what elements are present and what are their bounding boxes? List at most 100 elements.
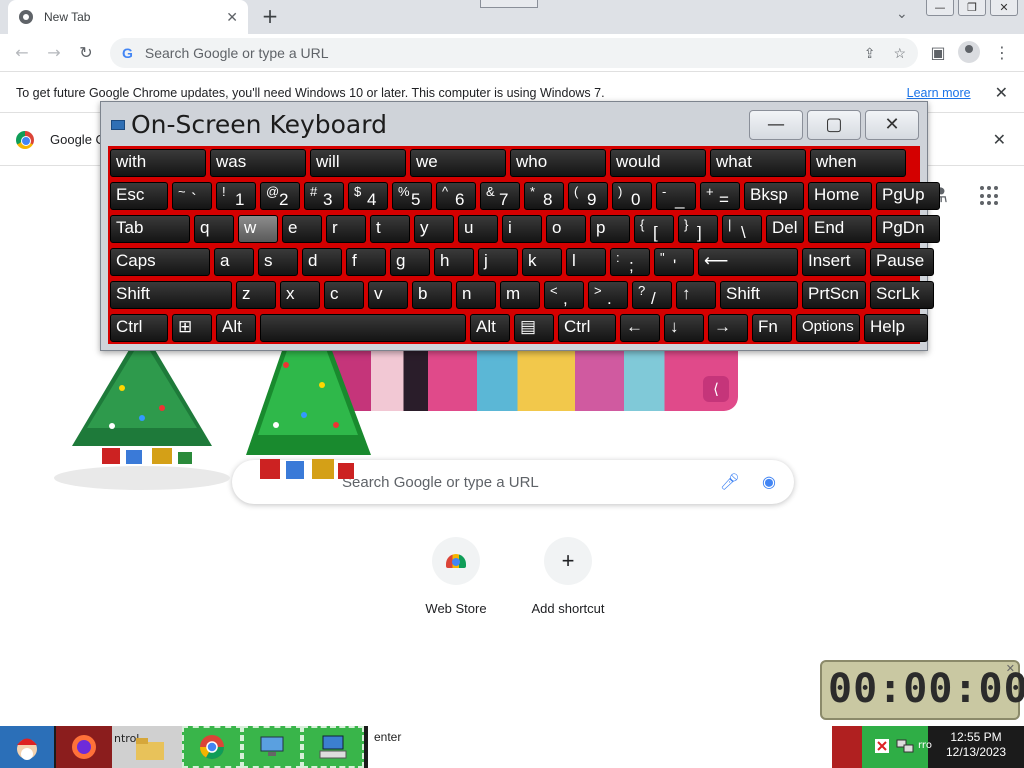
tab-new-tab[interactable]: New Tab ✕ xyxy=(8,0,248,34)
osk-key-symbol[interactable]: :; xyxy=(610,248,650,276)
system-tray[interactable]: rro xyxy=(862,726,932,768)
osk-key-bksp[interactable]: Bksp xyxy=(744,182,804,210)
osk-key-symbol[interactable]: ⊞ xyxy=(172,314,212,342)
osk-key-alt[interactable]: Alt xyxy=(470,314,510,342)
osk-key-alt[interactable]: Alt xyxy=(216,314,256,342)
osk-key-tab[interactable]: Tab xyxy=(110,215,190,243)
back-arrow-icon[interactable]: ← xyxy=(10,41,34,65)
osk-key-q[interactable]: q xyxy=(194,215,234,243)
tab-close-icon[interactable]: ✕ xyxy=(226,9,238,26)
taskbar-on-screen-keyboard[interactable] xyxy=(302,726,364,768)
window-minimize-button[interactable]: — xyxy=(926,0,954,16)
learn-more-link[interactable]: Learn more xyxy=(907,86,971,100)
shortcut-add[interactable]: + Add shortcut xyxy=(512,537,624,616)
osk-key-shift[interactable]: Shift xyxy=(110,281,232,309)
osk-key-symbol[interactable]: ~ ` xyxy=(172,182,212,210)
taskbar-firefox[interactable] xyxy=(56,726,112,768)
infobar-close-icon[interactable]: ✕ xyxy=(995,83,1008,103)
osk-key-c[interactable]: c xyxy=(324,281,364,309)
osk-key-with[interactable]: with xyxy=(110,149,206,177)
osk-key-insert[interactable]: Insert xyxy=(802,248,866,276)
osk-key-ctrl[interactable]: Ctrl xyxy=(558,314,616,342)
tab-search-chevron-icon[interactable]: ⌄ xyxy=(896,6,908,22)
osk-key-z[interactable]: z xyxy=(236,281,276,309)
osk-key-home[interactable]: Home xyxy=(808,182,872,210)
osk-key-we[interactable]: we xyxy=(410,149,506,177)
osk-key-symbol[interactable]: ↑ xyxy=(676,281,716,309)
osk-key-b[interactable]: b xyxy=(412,281,452,309)
osk-key-p[interactable]: p xyxy=(590,215,630,243)
window-drag-handle[interactable] xyxy=(480,0,538,8)
osk-key-pgup[interactable]: PgUp xyxy=(876,182,940,210)
osk-key-t[interactable]: t xyxy=(370,215,410,243)
osk-key-6[interactable]: ^ 6 xyxy=(436,182,476,210)
osk-key-n[interactable]: n xyxy=(456,281,496,309)
google-lens-camera-icon[interactable]: ◉ xyxy=(762,472,776,492)
profile-avatar-icon[interactable] xyxy=(958,41,980,63)
osk-key-g[interactable]: g xyxy=(390,248,430,276)
osk-key-pgdn[interactable]: PgDn xyxy=(876,215,940,243)
taskbar-enter-window[interactable]: enter xyxy=(368,726,832,768)
forward-arrow-icon[interactable]: → xyxy=(42,41,66,65)
osk-key-symbol[interactable]: ↓ xyxy=(664,314,704,342)
osk-key-symbol[interactable]: → xyxy=(708,314,748,342)
taskbar-network[interactable] xyxy=(242,726,302,768)
osk-key-shift[interactable]: Shift xyxy=(720,281,798,309)
osk-key-u[interactable]: u xyxy=(458,215,498,243)
window-restore-button[interactable]: ❐ xyxy=(958,0,986,16)
osk-key-esc[interactable]: Esc xyxy=(110,182,168,210)
osk-key-caps[interactable]: Caps xyxy=(110,248,210,276)
osk-key-will[interactable]: will xyxy=(310,149,406,177)
bar-close-icon[interactable]: ✕ xyxy=(993,130,1006,150)
osk-key-5[interactable]: % 5 xyxy=(392,182,432,210)
osk-key-a[interactable]: a xyxy=(214,248,254,276)
osk-key-symbol[interactable]: ← xyxy=(620,314,660,342)
osk-key-d[interactable]: d xyxy=(302,248,342,276)
osk-key-space[interactable] xyxy=(260,314,466,342)
doodle-share-icon[interactable]: ⟨ xyxy=(703,376,729,402)
osk-key-symbol[interactable]: ⟵ xyxy=(698,248,798,276)
osk-key-what[interactable]: what xyxy=(710,149,806,177)
osk-key-1[interactable]: ! 1 xyxy=(216,182,256,210)
osk-key-ctrl[interactable]: Ctrl xyxy=(110,314,168,342)
omnibox[interactable]: G Search Google or type a URL ⇪ ☆ xyxy=(110,38,918,68)
osk-key-l[interactable]: l xyxy=(566,248,606,276)
reload-icon[interactable]: ↻ xyxy=(74,41,98,65)
osk-key-would[interactable]: would xyxy=(610,149,706,177)
osk-key-2[interactable]: @2 xyxy=(260,182,300,210)
osk-key-s[interactable]: s xyxy=(258,248,298,276)
osk-key-symbol[interactable]: }] xyxy=(678,215,718,243)
osk-key-9[interactable]: (9 xyxy=(568,182,608,210)
google-apps-icon[interactable] xyxy=(980,186,1000,206)
osk-key-w[interactable]: w xyxy=(238,215,278,243)
osk-key-symbol[interactable]: ? / xyxy=(632,281,672,309)
osk-minimize-button[interactable]: — xyxy=(749,110,803,140)
taskbar-control-panel[interactable]: ntrol xyxy=(112,726,182,768)
osk-key-v[interactable]: v xyxy=(368,281,408,309)
side-panel-icon[interactable]: ▣ xyxy=(926,41,950,65)
osk-key-end[interactable]: End xyxy=(808,215,872,243)
osk-key-y[interactable]: y xyxy=(414,215,454,243)
osk-close-button[interactable]: ✕ xyxy=(865,110,919,140)
osk-key-del[interactable]: Del xyxy=(766,215,804,243)
on-screen-keyboard-window[interactable]: On-Screen Keyboard — ▢ ✕ with was will we wh… xyxy=(100,101,940,351)
osk-key-7[interactable]: & 7 xyxy=(480,182,520,210)
osk-key-prtscn[interactable]: PrtScn xyxy=(802,281,866,309)
osk-key-was[interactable]: was xyxy=(210,149,306,177)
osk-key-symbol[interactable]: - _ xyxy=(656,182,696,210)
menu-dots-icon[interactable]: ⋮ xyxy=(990,41,1014,65)
osk-key-scrlk[interactable]: ScrLk xyxy=(870,281,934,309)
osk-key-x[interactable]: x xyxy=(280,281,320,309)
osk-key-symbol[interactable]: >. xyxy=(588,281,628,309)
osk-key-4[interactable]: $4 xyxy=(348,182,388,210)
osk-key-i[interactable]: i xyxy=(502,215,542,243)
osk-key-3[interactable]: #3 xyxy=(304,182,344,210)
osk-key-f[interactable]: f xyxy=(346,248,386,276)
osk-key-o[interactable]: o xyxy=(546,215,586,243)
taskbar-chrome[interactable] xyxy=(182,726,242,768)
osk-key-e[interactable]: e xyxy=(282,215,322,243)
osk-key-symbol[interactable]: + = xyxy=(700,182,740,210)
tray-network-icon[interactable] xyxy=(896,738,914,754)
osk-key-symbol[interactable]: | \ xyxy=(722,215,762,243)
osk-key-help[interactable]: Help xyxy=(864,314,928,342)
